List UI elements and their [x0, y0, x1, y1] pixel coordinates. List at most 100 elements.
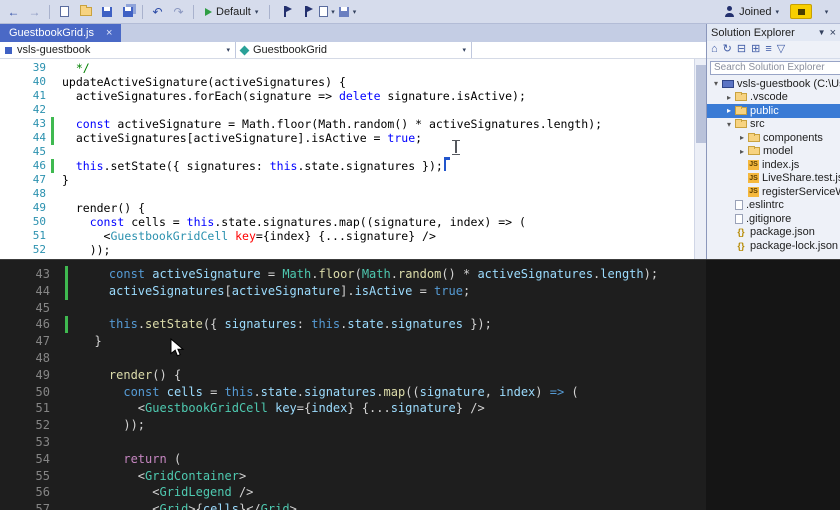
tree-expanded-arrow-icon[interactable]: ▾ — [724, 120, 734, 129]
change-bar — [51, 117, 54, 131]
tree-item-label: .vscode — [750, 91, 788, 104]
js-icon: JS — [748, 186, 759, 197]
chevron-down-icon: ▾ — [775, 8, 779, 16]
notification-button[interactable] — [790, 4, 812, 19]
class-icon — [239, 45, 250, 55]
folder-icon — [735, 92, 747, 102]
code-line-48: 48 — [0, 187, 706, 201]
solution-search-input[interactable] — [710, 60, 840, 75]
bookmark-flag-icon[interactable] — [296, 2, 315, 21]
js-icon: JS — [748, 173, 759, 184]
code-lines: 39 */40 updateActiveSignature(activeSigna… — [0, 61, 706, 257]
line-number: 49 — [32, 201, 46, 214]
change-bar-spacer — [65, 451, 68, 468]
close-panel-icon[interactable]: × — [830, 27, 836, 39]
code-text: */ — [62, 61, 90, 75]
show-all-files-icon[interactable]: ⊞ — [751, 44, 760, 55]
line-number: 57 — [35, 502, 50, 510]
code-line-52: 52 )); — [0, 243, 706, 257]
tool-dropdown-icon[interactable]: ▾ — [317, 2, 336, 21]
code-line-48: 48 — [0, 350, 840, 367]
open-file-icon[interactable] — [76, 2, 95, 21]
tree-collapsed-arrow-icon[interactable]: ▸ — [724, 106, 734, 115]
refresh-icon[interactable]: ↻ — [723, 44, 732, 55]
tree-item-gitignore[interactable]: .gitignore — [707, 212, 840, 226]
editor-scrollbar[interactable] — [694, 59, 706, 259]
code-line-55: 55 <GridContainer> — [0, 468, 840, 485]
toolbar-separator — [193, 4, 194, 19]
tree-item-label: .gitignore — [746, 212, 792, 225]
tree-item-registerservicewor[interactable]: JSregisterServiceWor... — [707, 185, 840, 199]
scrollbar-thumb[interactable] — [696, 65, 706, 143]
change-bar-spacer — [51, 243, 54, 257]
code-text: activeSignatures.forEach(signature => de… — [62, 89, 526, 103]
start-debug-dropdown[interactable]: Default ▾ — [199, 2, 264, 21]
code-line-50: 50 const cells = this.state.signatures.m… — [0, 384, 840, 401]
solution-explorer-header[interactable]: Solution Explorer ▼ × — [707, 24, 840, 41]
new-file-icon[interactable] — [55, 2, 74, 21]
window-position-icon[interactable]: ▼ — [818, 28, 826, 37]
filter-icon[interactable]: ▽ — [777, 44, 785, 55]
tree-item-label: .eslintrc — [746, 199, 784, 212]
redo-icon[interactable]: ↷ — [169, 2, 188, 21]
tree-item-components[interactable]: ▸ components — [707, 131, 840, 145]
feedback-dropdown-icon[interactable]: ▾ — [817, 2, 836, 21]
code-line-51: 51 <GuestbookGridCell key={index} {...si… — [0, 400, 840, 417]
home-icon[interactable]: ⌂ — [711, 44, 718, 55]
save-icon[interactable] — [97, 2, 116, 21]
tree-item-vsls-guestbook-c-use[interactable]: ▾ vsls-guestbook (C:\Use — [707, 77, 840, 91]
tree-item-package-json[interactable]: {} package.json — [707, 226, 840, 240]
tree-expanded-arrow-icon[interactable]: ▾ — [711, 79, 721, 88]
line-number: 45 — [35, 300, 50, 315]
close-tab-icon[interactable]: × — [106, 27, 112, 39]
change-bar — [51, 159, 54, 173]
tool-dropdown-icon[interactable]: ▾ — [338, 2, 357, 21]
tree-item-eslintrc[interactable]: .eslintrc — [707, 199, 840, 213]
live-share-status-dropdown[interactable]: Joined ▾ — [718, 2, 785, 21]
symbol-dropdown[interactable]: GuestbookGrid ▾ — [236, 42, 472, 58]
code-line-49: 49 render() { — [0, 367, 840, 384]
code-text: const activeSignature = Math.floor(Math.… — [75, 117, 603, 131]
code-text: this.setState({ signatures: this.state.s… — [62, 157, 450, 173]
change-bar-spacer — [65, 384, 68, 401]
undo-icon[interactable]: ↶ — [148, 2, 167, 21]
code-text: return ( — [123, 451, 182, 466]
start-icon — [205, 7, 212, 16]
change-bar-spacer — [65, 333, 68, 350]
chevron-down-icon: ▾ — [226, 47, 230, 54]
tree-collapsed-arrow-icon[interactable]: ▸ — [724, 93, 734, 102]
debug-target-label: Default — [216, 5, 251, 18]
tree-collapsed-arrow-icon[interactable]: ▸ — [737, 133, 747, 142]
tree-item-model[interactable]: ▸ model — [707, 145, 840, 159]
code-text: const cells = this.state.signatures.map(… — [123, 384, 579, 399]
project-dropdown[interactable]: vsls-guestbook ▾ — [0, 42, 236, 58]
change-bar-spacer — [51, 187, 54, 201]
tree-item-index-js[interactable]: JS index.js — [707, 158, 840, 172]
file-icon — [735, 200, 743, 211]
code-text: )); — [80, 418, 146, 433]
tree-item-public[interactable]: ▸ public — [707, 104, 840, 118]
tree-item-label: public — [750, 104, 779, 117]
tree-item-label: package.json — [750, 226, 815, 239]
tree-item-label: model — [763, 145, 793, 158]
tab-guestbookgrid-js[interactable]: GuestbookGrid.js × — [0, 24, 122, 42]
tree-item-package-lock-json[interactable]: {} package-lock.json — [707, 239, 840, 253]
collapse-all-icon[interactable]: ⊟ — [737, 44, 746, 55]
tree-item-src[interactable]: ▾ src — [707, 118, 840, 132]
nav-back-icon[interactable]: ← — [4, 2, 23, 21]
bookmark-flag-icon[interactable] — [275, 2, 294, 21]
nav-forward-icon[interactable]: → — [25, 2, 44, 21]
tree-item-liveshare-test-js[interactable]: JS LiveShare.test.js — [707, 172, 840, 186]
editor-pane-light[interactable]: 39 */40 updateActiveSignature(activeSigna… — [0, 59, 706, 259]
tree-item-label: index.js — [762, 158, 800, 171]
save-all-icon[interactable] — [118, 2, 137, 21]
code-text: render() { — [108, 367, 182, 382]
code-editor[interactable]: 39 */40 updateActiveSignature(activeSigna… — [0, 59, 706, 259]
tree-collapsed-arrow-icon[interactable]: ▸ — [737, 147, 747, 156]
properties-icon[interactable]: ≡ — [765, 44, 771, 55]
tree-item-vscode[interactable]: ▸ .vscode — [707, 91, 840, 105]
json-icon: {} — [737, 240, 745, 251]
vscode-editor-pane[interactable]: 43 const activeSignature = Math.floor(Ma… — [0, 259, 840, 510]
code-line-47: 47} — [0, 173, 706, 187]
tree-item-label: LiveShare.test.js — [762, 172, 840, 185]
